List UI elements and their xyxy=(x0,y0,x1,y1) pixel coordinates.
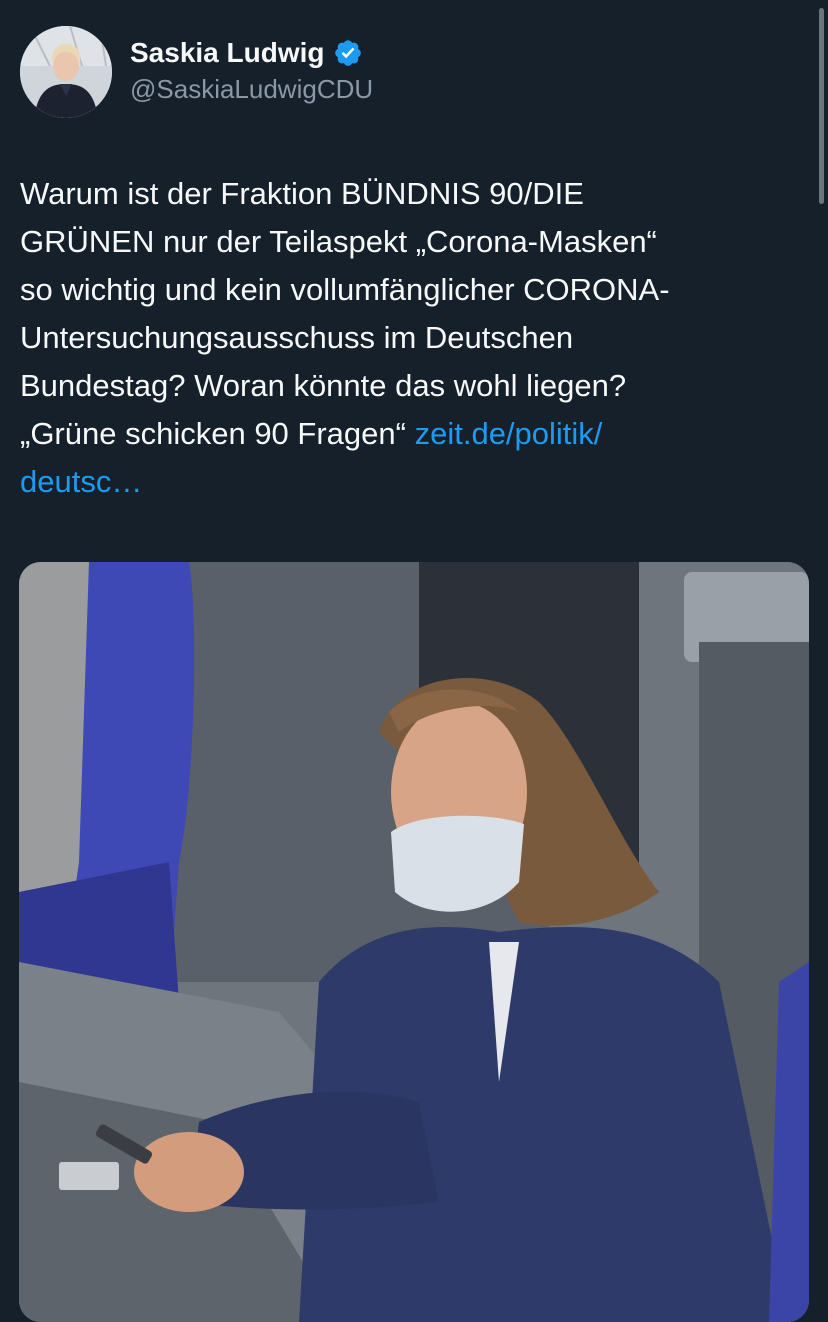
verified-badge-icon xyxy=(334,40,361,66)
scrollbar[interactable] xyxy=(819,8,824,204)
tweet-line: GRÜNEN nur der Teilaspekt „Corona-Masken… xyxy=(20,224,657,259)
author-names: Saskia Ludwig @SaskiaLudwigCDU xyxy=(130,36,373,106)
tweet-link[interactable]: zeit.de/politik/ xyxy=(415,416,603,451)
display-name[interactable]: Saskia Ludwig xyxy=(130,36,325,70)
tweet-header: Saskia Ludwig @SaskiaLudwigCDU xyxy=(20,26,780,118)
tweet-line: Untersuchungsausschuss im Deutschen xyxy=(20,320,574,355)
tweet-line: Warum ist der Fraktion BÜNDNIS 90/DIE xyxy=(20,176,584,211)
display-name-row: Saskia Ludwig xyxy=(130,36,373,70)
quote-text: „Grüne schicken 90 Fragen“ xyxy=(20,416,406,451)
tweet-text: Warum ist der Fraktion BÜNDNIS 90/DIE GR… xyxy=(20,170,800,506)
avatar[interactable] xyxy=(20,26,112,118)
attached-photo xyxy=(19,562,809,1322)
avatar-photo xyxy=(20,26,112,118)
handle[interactable]: @SaskiaLudwigCDU xyxy=(130,72,373,106)
tweet-line: Bundestag? Woran könnte das wohl liegen? xyxy=(20,368,627,403)
tweet-line: so wichtig und kein vollumfänglicher COR… xyxy=(20,272,670,307)
tweet-media[interactable] xyxy=(19,562,809,1322)
tweet-link-continued[interactable]: deutsc… xyxy=(20,464,142,499)
